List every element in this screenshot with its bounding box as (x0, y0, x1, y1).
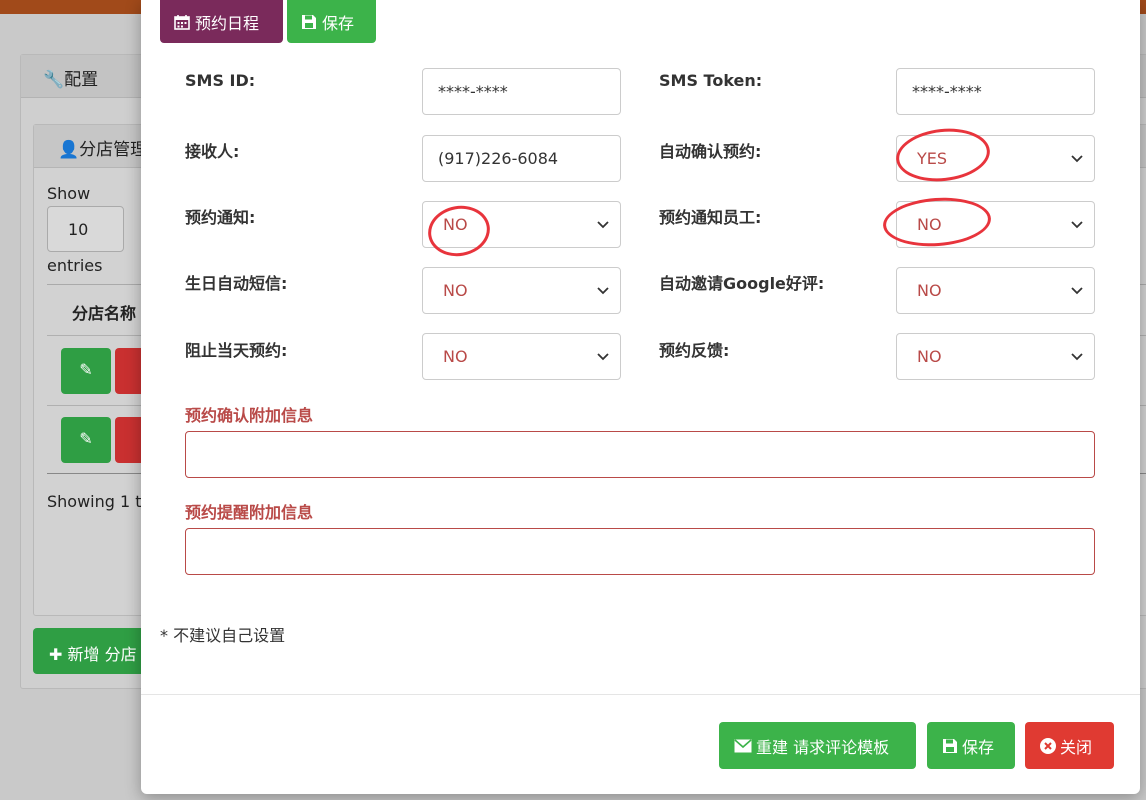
auto-confirm-label: 自动确认预约: (659, 142, 762, 161)
branch-panel-title: 👤分店管理 (58, 140, 148, 160)
floppy-icon (942, 738, 958, 754)
reminder-extra-input[interactable] (185, 528, 1095, 575)
auto-confirm-select[interactable]: YES (896, 135, 1095, 182)
block-sameday-select[interactable]: NO (422, 333, 621, 380)
show-label: Show (47, 184, 91, 203)
warning-note: * 不建议自己设置 (160, 626, 286, 645)
edit-button[interactable]: ✎ (61, 417, 111, 463)
chevron-down-icon (596, 283, 610, 297)
calendar-icon (174, 14, 190, 30)
toolbar-save-button[interactable]: 保存 (287, 0, 376, 43)
notify-staff-select[interactable]: NO (896, 201, 1095, 248)
confirm-extra-label: 预约确认附加信息 (185, 406, 314, 425)
chevron-down-icon (1070, 349, 1084, 363)
sms-id-label: SMS ID: (185, 71, 256, 90)
page-size-select[interactable]: 10 (47, 206, 124, 252)
sms-settings-modal: 预约日程 保存 SMS ID: ****-**** SMS Token: ***… (141, 0, 1140, 794)
reminder-extra-label: 预约提醒附加信息 (185, 503, 314, 522)
confirm-extra-input[interactable] (185, 431, 1095, 478)
notify-select[interactable]: NO (422, 201, 621, 248)
pencil-icon: ✎ (79, 429, 93, 448)
schedule-button[interactable]: 预约日程 (160, 0, 283, 43)
chevron-down-icon (1070, 151, 1084, 165)
modal-footer-divider (141, 694, 1140, 695)
entries-label: entries (47, 256, 103, 275)
chevron-down-icon (1070, 217, 1084, 231)
feedback-select[interactable]: NO (896, 333, 1095, 380)
feedback-label: 预约反馈: (659, 341, 730, 360)
footer-save-button[interactable]: 保存 (927, 722, 1015, 769)
envelope-icon (734, 738, 752, 753)
chevron-down-icon (596, 349, 610, 363)
user-icon: 👤 (58, 140, 80, 160)
google-review-select[interactable]: NO (896, 267, 1095, 314)
config-panel-title: 🔧配置 (43, 70, 99, 90)
recipient-label: 接收人: (185, 142, 240, 161)
block-sameday-label: 阻止当天预约: (185, 341, 288, 360)
notify-label: 预约通知: (185, 208, 256, 227)
wrench-icon: 🔧 (43, 70, 65, 90)
close-button[interactable]: 关闭 (1025, 722, 1114, 769)
plus-icon: ✚ (49, 645, 63, 664)
birthday-sms-label: 生日自动短信: (185, 274, 288, 293)
showing-info: Showing 1 t (47, 492, 142, 511)
sms-token-input[interactable]: ****-**** (896, 68, 1095, 115)
column-header-branch-name: 分店名称 (72, 304, 137, 323)
recipient-input[interactable]: (917)226-6084 (422, 135, 621, 182)
rebuild-review-template-button[interactable]: 重建 请求评论模板 (719, 722, 916, 769)
google-review-label: 自动邀请Google好评: (659, 274, 825, 293)
edit-button[interactable]: ✎ (61, 348, 111, 394)
pencil-icon: ✎ (79, 360, 93, 379)
chevron-down-icon (1070, 283, 1084, 297)
birthday-sms-select[interactable]: NO (422, 267, 621, 314)
chevron-down-icon (596, 217, 610, 231)
close-circle-icon (1040, 737, 1056, 754)
sms-id-input[interactable]: ****-**** (422, 68, 621, 115)
floppy-icon (301, 14, 317, 30)
sms-token-label: SMS Token: (659, 71, 763, 90)
notify-staff-label: 预约通知员工: (659, 208, 762, 227)
